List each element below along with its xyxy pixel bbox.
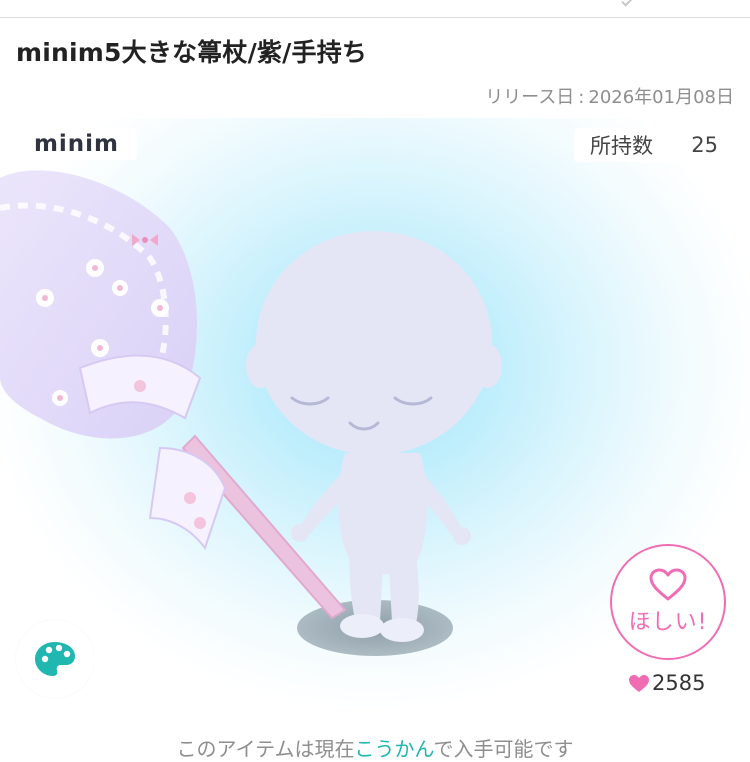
palette-icon <box>35 642 75 676</box>
owned-count-value: 25 <box>691 133 718 157</box>
release-label: リリース日 <box>485 87 575 108</box>
avatar-figure <box>246 231 502 642</box>
heart-outline-icon <box>649 568 687 601</box>
availability-note: このアイテムは現在こうかんで入手可能です <box>0 733 750 762</box>
release-separator: : <box>578 87 585 108</box>
release-date: 2026年01月08日 <box>588 87 734 108</box>
item-preview-stage: minim 所持数 25 ほしい! 2585 <box>0 118 750 710</box>
item-detail-page: minim5大きな箒杖/紫/手持ち リリース日:2026年01月08日 mini… <box>0 0 750 762</box>
release-date-row: リリース日:2026年01月08日 <box>485 83 734 109</box>
owned-count-label: 所持数 <box>590 134 653 158</box>
availability-prefix: このアイテムは現在 <box>176 737 355 761</box>
owned-count-badge: 所持数 25 <box>574 128 734 162</box>
chevron-icon <box>621 0 633 7</box>
brand-badge: minim <box>16 128 137 160</box>
top-divider <box>0 0 750 18</box>
want-button[interactable]: ほしい! <box>610 544 726 660</box>
availability-suffix: で入手可能です <box>433 737 574 761</box>
likes-count-value: 2585 <box>652 671 706 695</box>
heart-icon <box>629 674 649 692</box>
likes-count: 2585 <box>628 671 705 695</box>
color-palette-button[interactable] <box>16 620 94 698</box>
item-title: minim5大きな箒杖/紫/手持ち <box>16 38 368 67</box>
want-button-label: ほしい! <box>628 610 708 635</box>
exchange-link[interactable]: こうかん <box>355 737 434 761</box>
